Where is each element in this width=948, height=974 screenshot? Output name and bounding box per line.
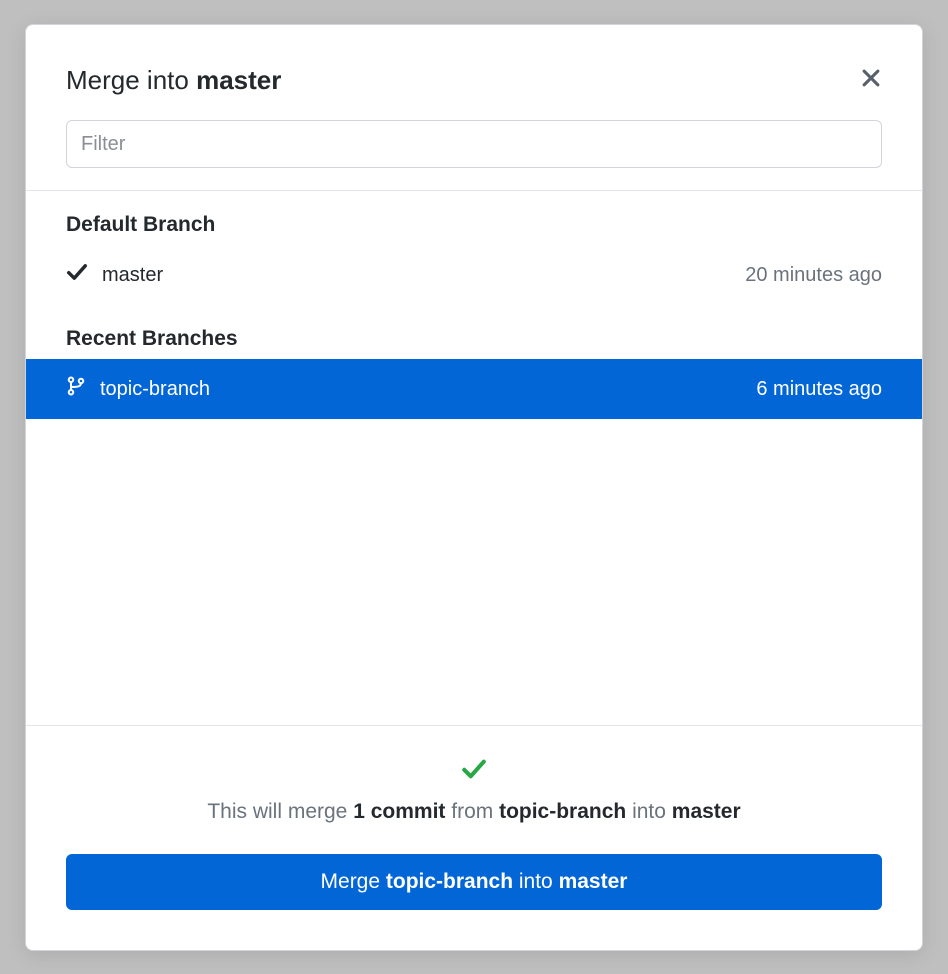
branch-row-topic-branch[interactable]: topic-branch 6 minutes ago bbox=[26, 359, 922, 419]
branch-name: topic-branch bbox=[100, 378, 210, 401]
default-branch-section: Default Branch bbox=[26, 191, 922, 237]
modal-footer: This will merge 1 commit from topic-bran… bbox=[26, 725, 922, 950]
merge-description: This will merge 1 commit from topic-bran… bbox=[66, 800, 882, 824]
branch-time: 6 minutes ago bbox=[756, 378, 882, 401]
default-branch-heading: Default Branch bbox=[66, 213, 882, 237]
modal-title: Merge into master bbox=[66, 65, 281, 96]
branch-list: Default Branch master 20 minutes ago Rec… bbox=[26, 191, 922, 725]
branch-name: master bbox=[102, 264, 163, 287]
merge-button[interactable]: Merge topic-branch into master bbox=[66, 854, 882, 910]
merge-modal: Merge into master Default Branch master … bbox=[25, 24, 923, 951]
title-prefix: Merge into bbox=[66, 65, 196, 95]
close-button[interactable] bbox=[860, 67, 882, 94]
recent-branches-section: Recent Branches bbox=[26, 305, 922, 351]
filter-wrap bbox=[26, 96, 922, 190]
filter-input[interactable] bbox=[66, 120, 882, 168]
branch-time: 20 minutes ago bbox=[745, 264, 882, 287]
branch-row-master[interactable]: master 20 minutes ago bbox=[26, 245, 922, 305]
recent-branches-heading: Recent Branches bbox=[66, 327, 882, 351]
title-branch: master bbox=[196, 65, 281, 95]
git-branch-icon bbox=[66, 375, 86, 403]
success-check-icon bbox=[66, 756, 882, 782]
close-icon bbox=[860, 67, 882, 94]
modal-header: Merge into master bbox=[26, 25, 922, 96]
check-icon bbox=[66, 261, 88, 289]
